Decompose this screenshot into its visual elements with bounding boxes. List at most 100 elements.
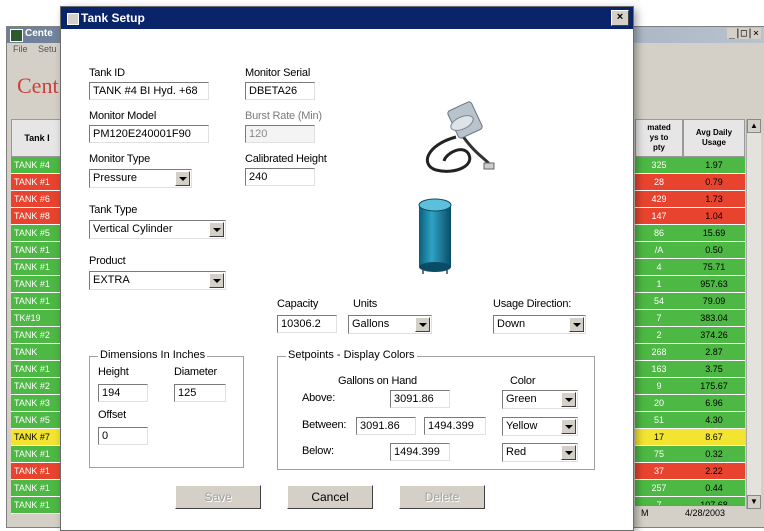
monitor-type-select[interactable]: Pressure (89, 169, 192, 188)
table-row-tank-label[interactable]: TANK (11, 344, 63, 361)
days-to-empty-cell: 4 (635, 259, 683, 275)
table-row-tank-label[interactable]: TK#19 (11, 310, 63, 327)
days-to-empty-cell: 147 (635, 208, 683, 224)
product-select[interactable]: EXTRA (89, 271, 226, 290)
monitor-serial-input[interactable]: DBETA26 (245, 82, 315, 100)
table-row[interactable]: 28 0.79 (635, 174, 745, 191)
table-row[interactable]: 268 2.87 (635, 344, 745, 361)
days-to-empty-header[interactable]: mated ys to pty (635, 119, 683, 157)
monitor-model-label: Monitor Model (89, 110, 157, 122)
between-color-select[interactable]: Yellow (502, 417, 578, 436)
burst-rate-input[interactable]: 120 (245, 125, 315, 143)
table-row[interactable]: 51 4.30 (635, 412, 745, 429)
table-row-tank-label[interactable]: TANK #7 (11, 429, 63, 446)
offset-input[interactable]: 0 (98, 427, 148, 445)
chevron-down-icon[interactable] (561, 392, 576, 407)
monitor-type-value: Pressure (93, 172, 138, 184)
below-color-select[interactable]: Red (502, 443, 578, 462)
table-row-tank-label[interactable]: TANK #5 (11, 225, 63, 242)
delete-button[interactable]: Delete (399, 485, 485, 509)
tank-type-select[interactable]: Vertical Cylinder (89, 220, 226, 239)
table-row-tank-label[interactable]: TANK #2 (11, 327, 63, 344)
chevron-down-icon[interactable] (209, 273, 224, 288)
table-row[interactable]: 37 2.22 (635, 463, 745, 480)
chevron-down-icon[interactable] (415, 317, 430, 332)
table-row-tank-label[interactable]: TANK #1 (11, 361, 63, 378)
table-row-tank-label[interactable]: TANK #1 (11, 276, 63, 293)
table-row-tank-label[interactable]: TANK #5 (11, 412, 63, 429)
days-to-empty-cell: 429 (635, 191, 683, 207)
chevron-down-icon[interactable] (561, 419, 576, 434)
table-row-tank-label[interactable]: TANK #1 (11, 497, 63, 514)
table-row[interactable]: 163 3.75 (635, 361, 745, 378)
app-icon (10, 29, 23, 42)
avg-daily-usage-header[interactable]: Avg Daily Usage (683, 119, 745, 157)
diameter-input[interactable]: 125 (174, 384, 226, 402)
above-color-select[interactable]: Green (502, 390, 578, 409)
between-high-input[interactable]: 1494.399 (424, 417, 486, 435)
table-row[interactable]: 54 79.09 (635, 293, 745, 310)
status-bar: M 4/28/2003 (635, 505, 745, 522)
table-row[interactable]: 9 175.67 (635, 378, 745, 395)
table-row-tank-label[interactable]: TANK #1 (11, 174, 63, 191)
days-to-empty-cell: 163 (635, 361, 683, 377)
above-gallons-input[interactable]: 3091.86 (390, 390, 450, 408)
table-row[interactable]: 17 8.67 (635, 429, 745, 446)
table-row[interactable]: 325 1.97 (635, 157, 745, 174)
window-controls[interactable]: _|□|× (726, 28, 761, 39)
capacity-input[interactable]: 10306.2 (277, 315, 337, 333)
chevron-down-icon[interactable] (569, 317, 584, 332)
table-row[interactable]: 20 6.96 (635, 395, 745, 412)
vertical-scrollbar[interactable]: ▲ ▼ (746, 119, 761, 509)
table-row[interactable]: 7 383.04 (635, 310, 745, 327)
menu-file[interactable]: File (13, 44, 28, 54)
table-row-tank-label[interactable]: TANK #1 (11, 259, 63, 276)
table-row-tank-label[interactable]: TANK #2 (11, 378, 63, 395)
avg-daily-usage-cell: 2.87 (683, 344, 745, 360)
save-button[interactable]: Save (175, 485, 261, 509)
table-row[interactable]: 86 15.69 (635, 225, 745, 242)
chevron-down-icon[interactable] (561, 445, 576, 460)
dialog-titlebar[interactable]: Tank Setup × (61, 7, 633, 29)
avg-daily-usage-cell: 75.71 (683, 259, 745, 275)
table-row[interactable]: 257 0.44 (635, 480, 745, 497)
table-row-tank-label[interactable]: TANK #1 (11, 480, 63, 497)
tank-id-input[interactable]: TANK #4 BI Hyd. +68 (89, 82, 209, 100)
table-row[interactable]: 2 374.26 (635, 327, 745, 344)
table-row-tank-label[interactable]: TANK #8 (11, 208, 63, 225)
between-low-input[interactable]: 3091.86 (356, 417, 416, 435)
table-row[interactable]: 1 957.63 (635, 276, 745, 293)
tank-column-header[interactable]: Tank I (11, 119, 63, 157)
close-button[interactable]: × (611, 10, 629, 26)
chevron-down-icon[interactable] (175, 171, 190, 186)
menu-setup[interactable]: Setu (38, 44, 57, 54)
status-date: 4/28/2003 (685, 508, 726, 518)
dialog-title: Tank Setup (81, 11, 145, 25)
table-row-tank-label[interactable]: TANK #3 (11, 395, 63, 412)
units-select[interactable]: Gallons (348, 315, 432, 334)
days-to-empty-cell: 9 (635, 378, 683, 394)
usage-direction-select[interactable]: Down (493, 315, 586, 334)
table-row-tank-label[interactable]: TANK #1 (11, 446, 63, 463)
table-row-tank-label[interactable]: TANK #1 (11, 293, 63, 310)
table-row[interactable]: 4 75.71 (635, 259, 745, 276)
table-row[interactable]: 147 1.04 (635, 208, 745, 225)
table-row-tank-label[interactable]: TANK #4 (11, 157, 63, 174)
calibrated-height-input[interactable]: 240 (245, 168, 315, 186)
chevron-down-icon[interactable] (209, 222, 224, 237)
table-row[interactable]: /A 0.50 (635, 242, 745, 259)
table-row[interactable]: 75 0.32 (635, 446, 745, 463)
table-row-tank-label[interactable]: TANK #1 (11, 463, 63, 480)
height-input[interactable]: 194 (98, 384, 148, 402)
days-to-empty-cell: 17 (635, 429, 683, 445)
scroll-down-icon[interactable]: ▼ (747, 495, 761, 509)
avg-daily-usage-cell: 1.97 (683, 157, 745, 173)
table-row-tank-label[interactable]: TANK #6 (11, 191, 63, 208)
table-row[interactable]: 429 1.73 (635, 191, 745, 208)
between-color-value: Yellow (506, 420, 538, 432)
below-gallons-input[interactable]: 1494.399 (390, 443, 450, 461)
cancel-button[interactable]: Cancel (287, 485, 373, 509)
monitor-model-input[interactable]: PM120E240001F90 (89, 125, 209, 143)
table-row-tank-label[interactable]: TANK #1 (11, 242, 63, 259)
scroll-up-icon[interactable]: ▲ (747, 119, 761, 133)
